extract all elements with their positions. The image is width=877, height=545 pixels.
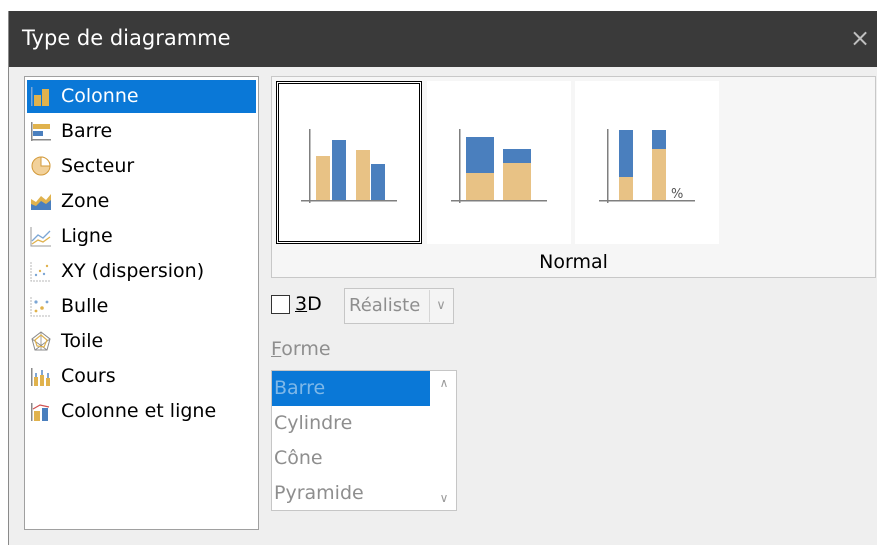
percent-mark: % [671,187,683,202]
chevron-down-icon[interactable]: ∨ [432,488,456,508]
chart-type-item-bulle[interactable]: Bulle [27,290,256,323]
3d-scheme-select[interactable]: Réaliste ∨ [344,288,454,324]
chart-type-label: Cours [61,365,116,387]
3d-scheme-value: Réaliste [349,295,421,316]
chart-type-label: Bulle [61,295,109,317]
chart-variant-panel: % Normal [271,76,876,278]
chart-type-item-zone[interactable]: Zone [27,185,256,218]
line-chart-icon [30,227,51,247]
chart-type-label: Colonne et ligne [61,400,217,422]
column-and-line-chart-icon [31,403,50,421]
chart-type-dialog: Type de diagramme × Colonne Barre Secteu… [8,11,877,545]
net-chart-icon [31,331,51,351]
chart-type-item-ligne[interactable]: Ligne [27,220,256,253]
chart-type-item-colonne-et-ligne[interactable]: Colonne et ligne [27,395,256,428]
chart-type-item-barre[interactable]: Barre [27,115,256,148]
shape-item-barre[interactable]: Barre [272,371,430,406]
chart-type-label: Zone [61,190,110,212]
area-chart-icon [31,194,51,210]
percent-stacked-column-variant-icon: % [599,129,695,203]
bubble-chart-icon [30,297,51,317]
chart-type-item-secteur[interactable]: Secteur [27,150,256,183]
xy-scatter-chart-icon [30,262,51,282]
chart-type-label: XY (dispersion) [61,260,205,282]
close-icon[interactable]: × [848,24,872,52]
pie-chart-icon [31,156,51,176]
variant-percent-stacked[interactable]: % [575,81,719,244]
shape-item-cone[interactable]: Cône [272,441,430,476]
dialog-title: Type de diagramme [22,26,231,50]
title-bar: Type de diagramme × [9,11,877,67]
chart-type-label: Toile [61,330,104,352]
chart-type-item-colonne[interactable]: Colonne [27,80,256,113]
3d-label-accel: 3 [295,293,308,315]
shape-label: Forme [271,335,331,363]
shape-list-scrollbar[interactable]: ∧ ∨ [432,371,456,510]
chart-type-label: Secteur [61,155,135,177]
chevron-up-icon[interactable]: ∧ [432,373,456,393]
chart-type-item-toile[interactable]: Toile [27,325,256,358]
chart-type-item-xy-dispersion[interactable]: XY (dispersion) [27,255,256,288]
variant-normal[interactable] [276,81,422,244]
chevron-down-icon[interactable]: ∨ [429,290,452,322]
bar-chart-icon [31,122,51,141]
shape-label-rest: orme [281,338,331,360]
stacked-column-variant-icon [451,129,547,203]
normal-column-variant-icon [301,129,397,203]
shape-item-cylindre[interactable]: Cylindre [272,406,430,441]
chart-type-item-cours[interactable]: Cours [27,360,256,393]
shape-list[interactable]: Barre Cylindre Cône Pyramide ∧ ∨ [271,370,457,511]
3d-label-rest: D [307,293,322,315]
chart-type-label: Barre [61,120,113,142]
3d-label[interactable]: 3D [295,290,322,318]
variant-name-label: Normal [539,251,608,273]
variant-stacked[interactable] [427,81,571,244]
stock-chart-icon [31,368,50,386]
3d-checkbox[interactable] [271,295,290,314]
chart-type-list[interactable]: Colonne Barre Secteur Zone Ligne XY (dis… [24,76,259,530]
column-chart-icon [31,87,49,106]
shape-label-accel: F [271,338,282,360]
chart-type-label: Colonne [61,85,139,107]
shape-item-pyramide[interactable]: Pyramide [272,476,430,510]
chart-type-label: Ligne [61,225,113,247]
